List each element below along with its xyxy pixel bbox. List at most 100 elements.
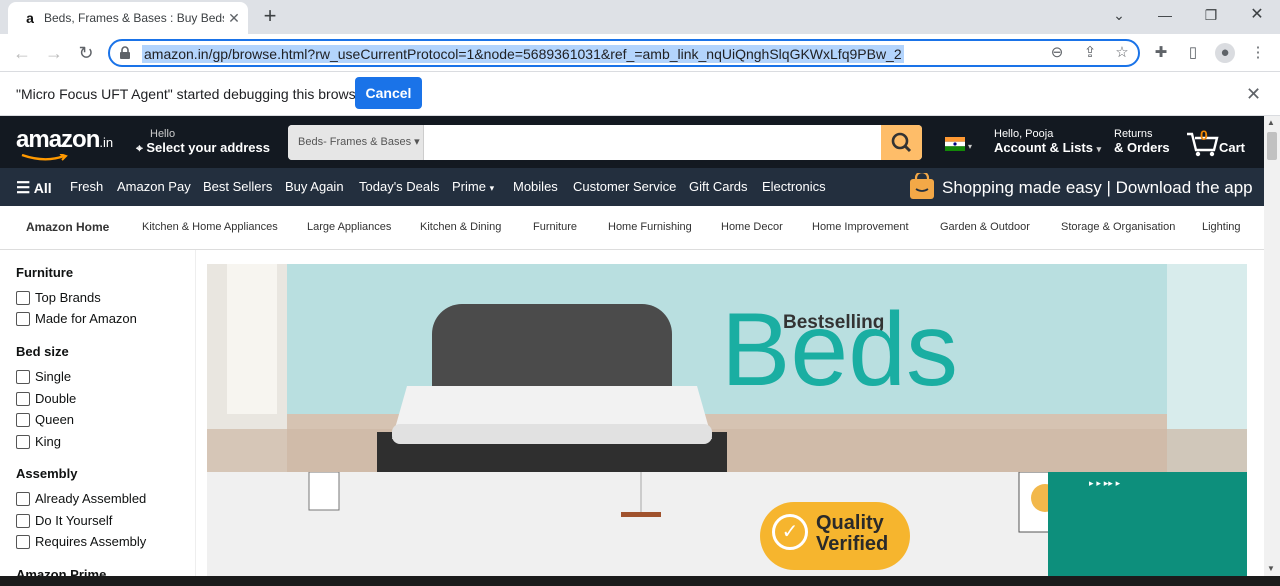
- scrollbar-thumb[interactable]: [1267, 132, 1277, 160]
- amazon-logo[interactable]: amazon.in: [16, 126, 114, 161]
- search-icon: [891, 132, 912, 153]
- scroll-up-icon[interactable]: ▲: [1267, 118, 1275, 127]
- hamburger-icon: ☰: [16, 180, 31, 197]
- close-tab-icon[interactable]: ✕: [226, 10, 242, 26]
- minimize-button[interactable]: —: [1142, 0, 1188, 30]
- nav-mobiles[interactable]: Mobiles: [513, 179, 558, 194]
- menu-kebab-icon[interactable]: ⋮: [1248, 43, 1268, 63]
- cart-label: Cart: [1219, 140, 1246, 155]
- account-greeting: Hello, Pooja: [994, 128, 1054, 140]
- furniture-heading: Furniture: [16, 265, 74, 280]
- subnav-lighting[interactable]: Lighting: [1202, 221, 1241, 233]
- nav-prime[interactable]: Prime ▾: [452, 179, 494, 194]
- prime-caret-icon: ▾: [489, 183, 495, 193]
- search-bar: Beds- Frames & Bases ▾: [288, 125, 922, 160]
- checkmark-icon: ✓: [772, 514, 808, 550]
- extensions-puzzle-icon[interactable]: ✚: [1151, 43, 1171, 63]
- logo-text: amazon: [16, 126, 100, 153]
- tab-search-chevron-icon[interactable]: ⌄: [1096, 0, 1142, 30]
- nav-fresh[interactable]: Fresh: [70, 179, 103, 194]
- account-lists[interactable]: Hello, Pooja Account & Lists ▾: [994, 128, 1101, 155]
- back-button[interactable]: ←: [10, 41, 34, 65]
- download-app-banner[interactable]: Shopping made easy | Download the app: [906, 171, 1253, 203]
- filter-label: Double: [35, 391, 77, 406]
- orders-label: & Orders: [1114, 140, 1170, 155]
- restore-button[interactable]: ❐: [1188, 0, 1234, 30]
- checkbox[interactable]: [16, 535, 30, 549]
- logo-suffix: .in: [99, 135, 114, 150]
- badge-line2: Verified: [816, 533, 889, 555]
- profile-avatar-icon[interactable]: ●: [1215, 43, 1235, 63]
- returns-label: Returns: [1114, 128, 1153, 140]
- search-category-dropdown[interactable]: Beds- Frames & Bases ▾: [288, 125, 424, 160]
- subnav-home-furnishing[interactable]: Home Furnishing: [608, 221, 692, 233]
- quality-verified-banner[interactable]: ▸ ▸ ▸▸ ▸ ✓ Quality Verified: [207, 472, 1247, 586]
- account-caret-icon: ▾: [1096, 144, 1102, 154]
- hello-label: Hello: [150, 128, 176, 140]
- checkbox[interactable]: [16, 370, 30, 384]
- checkbox[interactable]: [16, 312, 30, 326]
- assembly-heading: Assembly: [16, 466, 78, 481]
- reload-button[interactable]: ↻: [74, 41, 98, 65]
- filter-label: Top Brands: [35, 290, 101, 305]
- browser-toolbar: ← → ↻ amazon.in/gp/browse.html?rw_useCur…: [0, 34, 1280, 72]
- filter-label: Requires Assembly: [35, 534, 147, 549]
- subnav-home-decor[interactable]: Home Decor: [721, 221, 783, 233]
- bestselling-beds-banner[interactable]: Bestselling Beds: [207, 264, 1247, 472]
- nav-best-sellers[interactable]: Best Sellers: [203, 179, 272, 194]
- subnav-kitchen-home-appliances[interactable]: Kitchen & Home Appliances: [142, 221, 278, 233]
- subnav-large-appliances[interactable]: Large Appliances: [307, 221, 391, 233]
- checkbox[interactable]: [16, 514, 30, 528]
- filter-label: Do It Yourself: [35, 513, 113, 528]
- page-scrollbar[interactable]: ▲ ▼: [1264, 116, 1280, 576]
- subnav-amazon-home[interactable]: Amazon Home: [26, 220, 109, 234]
- checkbox[interactable]: [16, 492, 30, 506]
- nav-amazon-pay[interactable]: Amazon Pay: [117, 179, 191, 194]
- new-tab-button[interactable]: +: [258, 5, 282, 29]
- all-menu-button[interactable]: ☰ All: [16, 178, 52, 198]
- nav-customer-service[interactable]: Customer Service: [573, 179, 676, 194]
- subnav-furniture[interactable]: Furniture: [533, 221, 577, 233]
- search-category-label: Beds- Frames & Bases: [298, 136, 412, 148]
- select-address-label: Select your address: [146, 140, 270, 155]
- zoom-icon[interactable]: ⊖: [1047, 43, 1067, 63]
- cart-count: 0: [1200, 127, 1208, 143]
- lock-icon[interactable]: [118, 46, 132, 60]
- browser-tab[interactable]: a Beds, Frames & Bases : Buy Beds ✕: [8, 2, 248, 34]
- subnav-garden-outdoor[interactable]: Garden & Outdoor: [940, 221, 1030, 233]
- side-panel-icon[interactable]: ▯: [1183, 43, 1203, 63]
- nav-gift-cards[interactable]: Gift Cards: [689, 179, 748, 194]
- forward-button[interactable]: →: [42, 41, 66, 65]
- close-window-button[interactable]: ✕: [1234, 0, 1280, 30]
- nav-electronics[interactable]: Electronics: [762, 179, 826, 194]
- close-infobar-icon[interactable]: ✕: [1246, 84, 1261, 105]
- subnav-home-improvement[interactable]: Home Improvement: [812, 221, 909, 233]
- url-text[interactable]: amazon.in/gp/browse.html?rw_useCurrentPr…: [142, 45, 904, 63]
- india-flag-icon[interactable]: [945, 137, 965, 151]
- caret-down-icon: ▾: [414, 136, 420, 148]
- bookmark-star-icon[interactable]: ☆: [1112, 43, 1132, 63]
- filter-label: Queen: [35, 412, 75, 427]
- amazon-favicon-icon: a: [26, 10, 34, 26]
- app-banner-text: Shopping made easy | Download the app: [942, 178, 1253, 197]
- checkbox[interactable]: [16, 392, 30, 406]
- subnav-kitchen-dining[interactable]: Kitchen & Dining: [420, 221, 501, 233]
- tab-title: Beds, Frames & Bases : Buy Beds: [44, 11, 224, 25]
- scroll-down-icon[interactable]: ▼: [1267, 564, 1275, 573]
- address-bar[interactable]: amazon.in/gp/browse.html?rw_useCurrentPr…: [108, 39, 1140, 67]
- cancel-debugging-button[interactable]: Cancel: [355, 77, 422, 109]
- location-pin-icon: ⌖: [136, 141, 143, 155]
- delivery-address[interactable]: Hello ⌖ Select your address: [136, 128, 270, 156]
- checkbox[interactable]: [16, 435, 30, 449]
- checkbox[interactable]: [16, 413, 30, 427]
- share-icon[interactable]: ⇪: [1080, 43, 1100, 63]
- search-button[interactable]: [881, 125, 922, 160]
- nav-buy-again[interactable]: Buy Again: [285, 179, 344, 194]
- subnav-storage-organisation[interactable]: Storage & Organisation: [1061, 221, 1175, 233]
- account-lists-label: Account & Lists: [994, 140, 1093, 155]
- returns-orders[interactable]: Returns & Orders: [1114, 128, 1170, 155]
- checkbox[interactable]: [16, 291, 30, 305]
- browser-tab-strip: a Beds, Frames & Bases : Buy Beds ✕ + ⌄ …: [0, 0, 1280, 34]
- bed-size-heading: Bed size: [16, 344, 69, 359]
- nav-todays-deals[interactable]: Today's Deals: [359, 179, 440, 194]
